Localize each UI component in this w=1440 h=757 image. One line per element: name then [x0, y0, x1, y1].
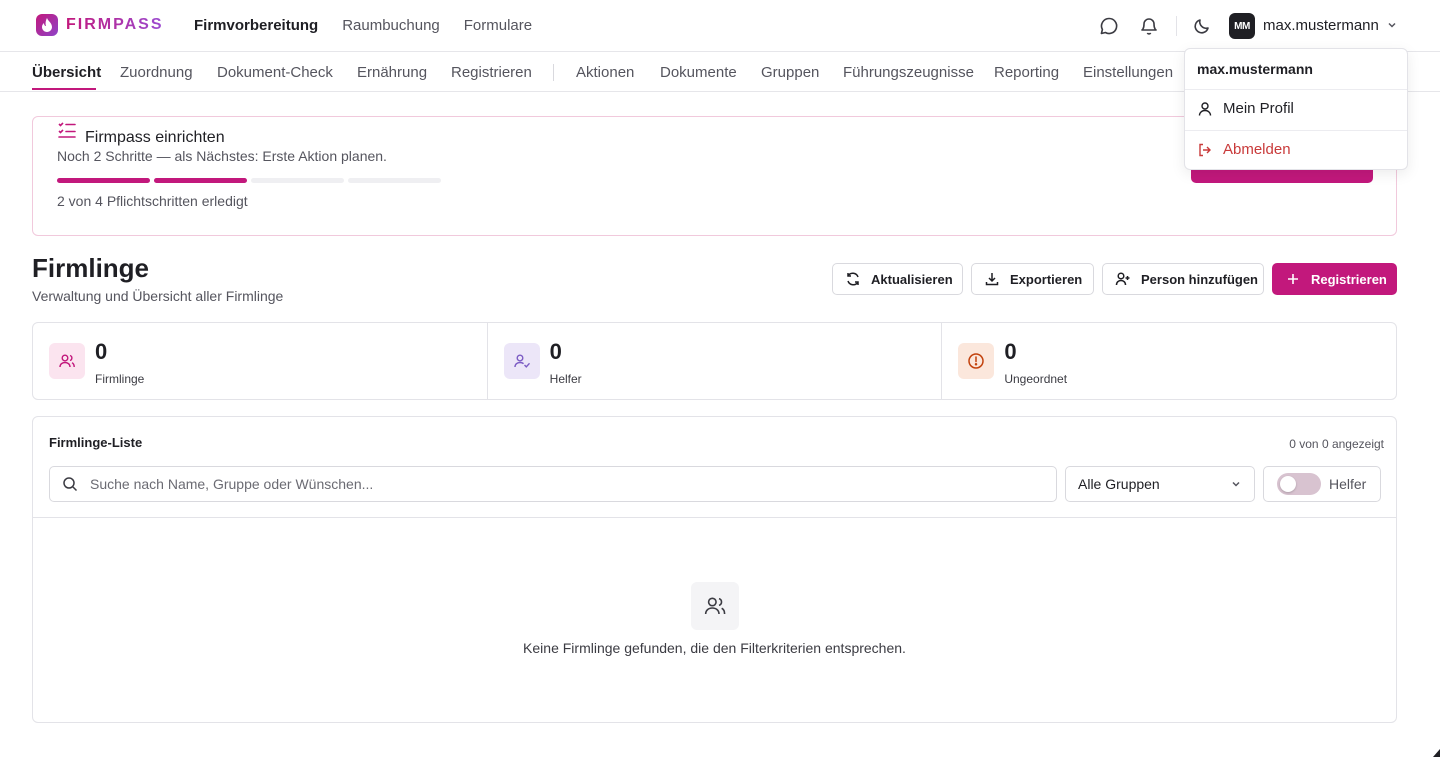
user-icon: [1197, 101, 1213, 117]
top-bar: FIRMPASS Firmvorbereitung Raumbuchung Fo…: [0, 0, 1440, 52]
page-subtitle: Verwaltung und Übersicht aller Firmlinge: [32, 288, 284, 304]
export-button[interactable]: Exportieren: [971, 263, 1094, 295]
app-name: FIRMPASS: [66, 16, 164, 33]
user-menu-name[interactable]: max.mustermann: [1263, 17, 1379, 34]
tab-dokumente[interactable]: Dokumente: [660, 64, 737, 81]
stats-panel: 0 Firmlinge 0 Helfer 0 Ungeordnet: [32, 322, 1397, 400]
stat-value: 0: [549, 339, 562, 364]
dropdown-divider: [1185, 130, 1407, 131]
page-title: Firmlinge: [32, 253, 150, 283]
refresh-icon: [845, 271, 861, 287]
app-logo[interactable]: FIRMPASS: [36, 14, 163, 36]
stat-value: 0: [1004, 339, 1017, 364]
nav-formulare[interactable]: Formulare: [464, 17, 532, 34]
firmlinge-list-card: Firmlinge-Liste 0 von 0 angezeigt Alle G…: [32, 416, 1397, 723]
moon-icon[interactable]: [1192, 16, 1212, 36]
users-icon: [691, 582, 739, 630]
checklist-icon: [57, 121, 77, 139]
setup-progress: [57, 178, 441, 183]
stat-label: Ungeordnet: [1004, 372, 1068, 386]
setup-subtitle: Noch 2 Schritte — als Nächstes: Erste Ak…: [57, 148, 387, 164]
tab-uebersicht[interactable]: Übersicht: [32, 64, 101, 81]
dropdown-divider: [1185, 89, 1407, 90]
progress-segment: [348, 178, 441, 183]
active-tab-indicator: [32, 88, 96, 90]
stat-label: Helfer: [549, 372, 582, 386]
nav-firmvorbereitung[interactable]: Firmvorbereitung: [194, 17, 318, 34]
list-count: 0 von 0 angezeigt: [1289, 437, 1384, 451]
user-plus-icon: [1115, 271, 1131, 287]
profile-label: Mein Profil: [1223, 100, 1294, 117]
tab-registrieren[interactable]: Registrieren: [451, 64, 532, 81]
tab-fuehrungszeugnisse[interactable]: Führungszeugnisse: [843, 64, 974, 81]
search-icon: [62, 476, 78, 492]
tab-reporting[interactable]: Reporting: [994, 64, 1059, 81]
tab-gruppen[interactable]: Gruppen: [761, 64, 819, 81]
add-person-label: Person hinzufügen: [1141, 271, 1258, 287]
user-dropdown: max.mustermann Mein Profil Abmelden: [1184, 48, 1408, 170]
dropdown-username: max.mustermann: [1197, 61, 1313, 77]
main-nav: Firmvorbereitung Raumbuchung Formulare: [194, 17, 532, 34]
export-label: Exportieren: [1010, 271, 1083, 287]
stat-firmlinge: 0 Firmlinge: [33, 323, 487, 399]
group-select[interactable]: Alle Gruppen: [1065, 466, 1255, 502]
refresh-button[interactable]: Aktualisieren: [832, 263, 963, 295]
empty-state-text: Keine Firmlinge gefunden, die den Filter…: [523, 640, 906, 656]
alert-circle-icon: [958, 343, 995, 379]
tab-ernaehrung[interactable]: Ernährung: [357, 64, 427, 81]
progress-segment: [57, 178, 150, 183]
users-icon: [49, 343, 85, 379]
logout-label: Abmelden: [1223, 141, 1291, 158]
setup-footer: 2 von 4 Pflichtschritten erledigt: [57, 193, 248, 209]
tab-divider: [553, 64, 554, 81]
bell-icon[interactable]: [1139, 16, 1159, 36]
stat-ungeordnet: 0 Ungeordnet: [941, 323, 1396, 399]
user-check-icon: [503, 343, 540, 379]
plus-icon: [1285, 271, 1301, 287]
helper-toggle[interactable]: [1277, 473, 1321, 495]
tab-zuordnung[interactable]: Zuordnung: [120, 64, 193, 81]
helper-toggle-label: Helfer: [1329, 476, 1367, 492]
top-divider: [1176, 16, 1177, 36]
refresh-label: Aktualisieren: [871, 271, 953, 287]
nav-raumbuchung[interactable]: Raumbuchung: [342, 17, 440, 34]
register-button[interactable]: Registrieren: [1272, 263, 1397, 295]
profile-menu-item[interactable]: Mein Profil: [1197, 100, 1294, 117]
avatar[interactable]: MM: [1229, 13, 1255, 39]
stat-helfer: 0 Helfer: [486, 323, 942, 399]
stat-value: 0: [95, 339, 108, 364]
group-select-value: Alle Gruppen: [1078, 476, 1160, 492]
progress-segment: [251, 178, 344, 183]
helper-toggle-field: Helfer: [1263, 466, 1381, 502]
flame-icon: [36, 14, 58, 36]
list-title: Firmlinge-Liste: [49, 435, 143, 450]
register-label: Registrieren: [1311, 271, 1387, 287]
progress-segment: [154, 178, 247, 183]
search-input[interactable]: [49, 466, 1057, 502]
setup-title: Firmpass einrichten: [85, 129, 225, 146]
add-person-button[interactable]: Person hinzufügen: [1102, 263, 1264, 295]
cursor-icon: [1433, 749, 1440, 757]
list-divider: [33, 517, 1396, 518]
tab-aktionen[interactable]: Aktionen: [576, 64, 634, 81]
tab-dokument-check[interactable]: Dokument-Check: [217, 64, 333, 81]
download-icon: [984, 271, 1000, 287]
stat-label: Firmlinge: [95, 372, 145, 386]
toggle-knob: [1280, 476, 1296, 492]
logout-icon: [1197, 142, 1213, 158]
chat-icon[interactable]: [1099, 16, 1119, 36]
chevron-down-icon: [1230, 478, 1242, 490]
logout-menu-item[interactable]: Abmelden: [1197, 141, 1291, 158]
tab-einstellungen[interactable]: Einstellungen: [1083, 64, 1173, 81]
chevron-down-icon[interactable]: [1386, 19, 1398, 31]
